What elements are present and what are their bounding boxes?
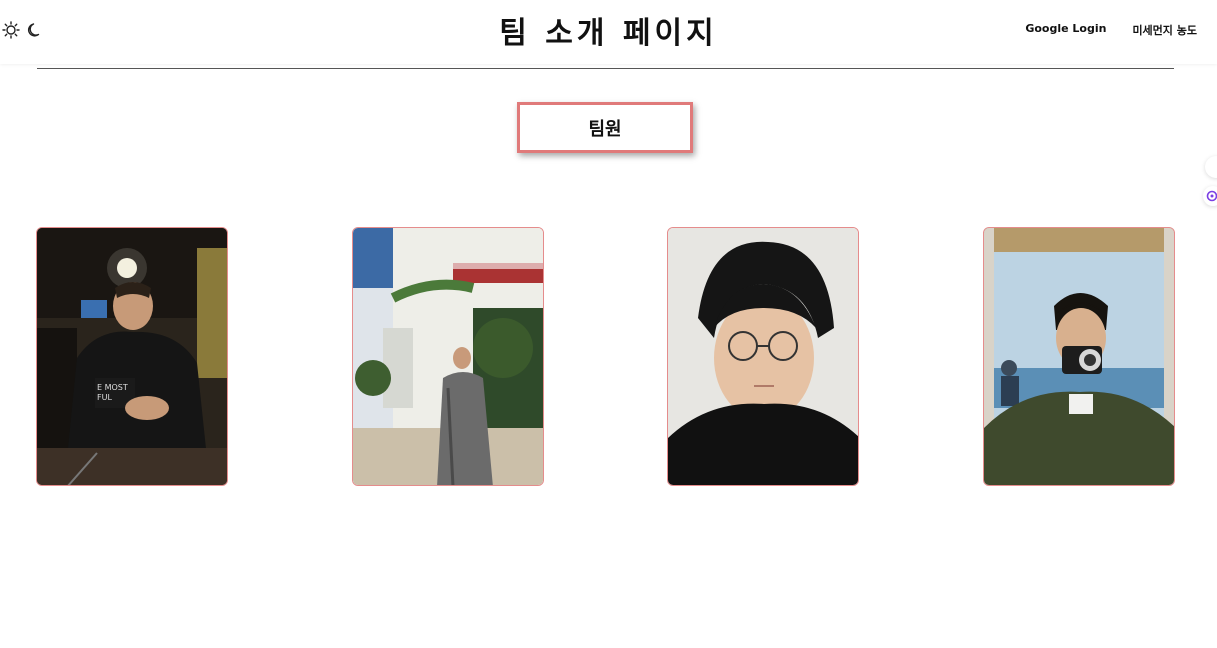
member-card-3[interactable] [667, 227, 859, 486]
sun-icon[interactable] [2, 20, 20, 40]
fine-dust-link[interactable]: 미세먼지 농도 [1132, 22, 1197, 38]
member-list: E MOST FUL [36, 227, 1176, 486]
member-photo-1: E MOST FUL [37, 228, 227, 485]
member-card-1[interactable]: E MOST FUL [36, 227, 228, 486]
member-card-2[interactable] [352, 227, 544, 486]
member-photo-3 [668, 228, 858, 485]
svg-text:E MOST: E MOST [97, 383, 128, 392]
section-title-label: 팀원 [588, 118, 622, 140]
header: 팀 소개 페이지 Google Login 미세먼지 농도 [0, 0, 1217, 64]
section-title: 팀원 [517, 102, 693, 153]
theme-toggles [2, 20, 44, 40]
member-photo-2 [353, 228, 543, 485]
member-photo-4 [984, 228, 1174, 485]
google-login-link[interactable]: Google Login [1025, 22, 1106, 38]
moon-icon[interactable] [26, 20, 44, 40]
svg-text:FUL: FUL [97, 393, 112, 402]
divider [37, 68, 1174, 69]
side-widget-icon[interactable] [1203, 186, 1217, 206]
side-widget[interactable] [1205, 156, 1217, 178]
top-nav: Google Login 미세먼지 농도 [1025, 22, 1197, 38]
member-card-4[interactable] [983, 227, 1175, 486]
